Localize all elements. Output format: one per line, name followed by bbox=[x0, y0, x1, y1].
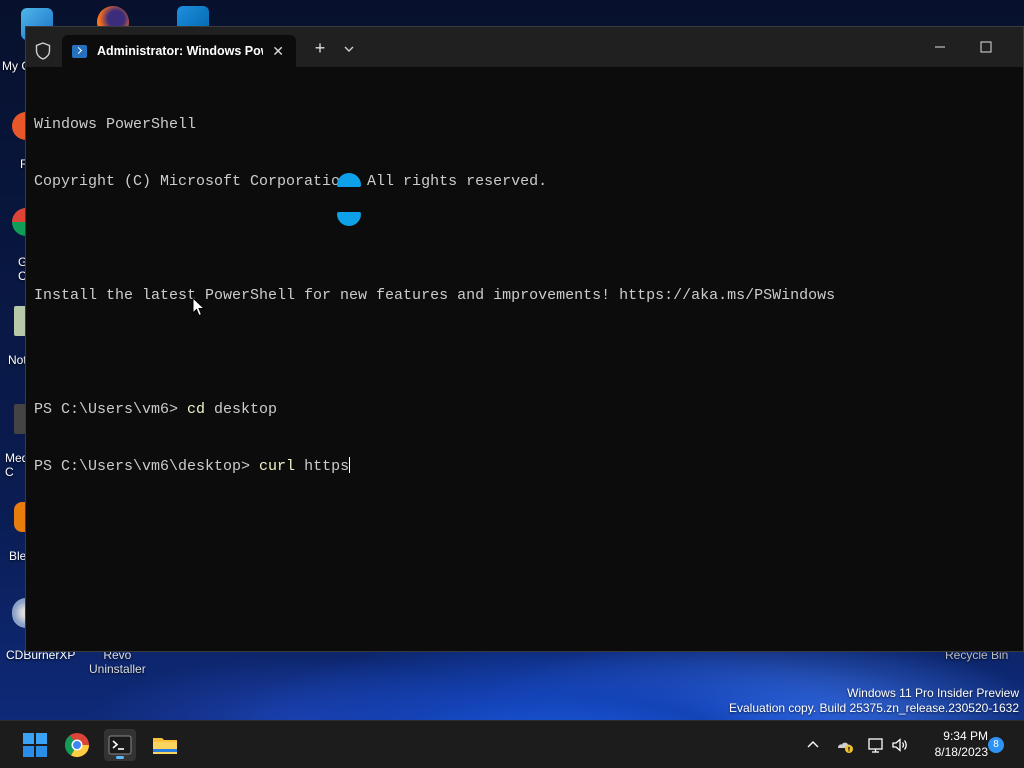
chrome-taskbar-icon[interactable] bbox=[61, 729, 93, 761]
maximize-button[interactable] bbox=[977, 38, 995, 56]
console-line: Windows PowerShell bbox=[34, 116, 197, 133]
argument-text: https bbox=[295, 458, 350, 475]
firefox-desktop-shortcut[interactable] bbox=[12, 112, 26, 144]
blender-label: Ble bbox=[9, 549, 27, 563]
terminal-taskbar-button[interactable] bbox=[104, 729, 136, 761]
notepad-label: Not bbox=[8, 353, 27, 367]
text-cursor bbox=[349, 457, 351, 473]
tab-title: Administrator: Windows PowerShell bbox=[97, 44, 263, 58]
console-line: Install the latest PowerShell for new fe… bbox=[34, 287, 836, 304]
clock-time: 9:34 PM bbox=[943, 729, 988, 743]
new-tab-button[interactable]: + bbox=[312, 39, 328, 57]
cd-icon bbox=[12, 598, 26, 628]
watermark-build: Evaluation copy. Build 25375.zn_release.… bbox=[729, 701, 1019, 715]
active-indicator bbox=[116, 756, 124, 759]
console-output[interactable]: Windows PowerShell Copyright (C) Microso… bbox=[34, 77, 1015, 651]
prompt-line-2[interactable]: PS C:\Users\vm6\desktop> curl https bbox=[34, 457, 1015, 476]
prompt-line-1: PS C:\Users\vm6> cd desktop bbox=[34, 400, 1015, 419]
windows-watermark: Windows 11 Pro Insider Preview Evaluatio… bbox=[729, 686, 1019, 716]
chevron-down-icon[interactable] bbox=[342, 43, 356, 55]
cdburnerxp-desktop-shortcut[interactable] bbox=[12, 598, 26, 632]
minimize-button[interactable] bbox=[931, 38, 949, 56]
watermark-edition: Windows 11 Pro Insider Preview bbox=[847, 686, 1019, 700]
firefox-small-icon bbox=[12, 112, 26, 140]
argument-text: desktop bbox=[205, 401, 278, 418]
network-icon[interactable] bbox=[866, 735, 886, 755]
revo-uninstaller-label: Revo Uninstaller bbox=[89, 648, 146, 676]
command-text: cd bbox=[187, 401, 206, 418]
volume-icon[interactable] bbox=[890, 735, 910, 755]
chrome-desktop-shortcut[interactable] bbox=[12, 208, 26, 240]
chevron-up-icon[interactable] bbox=[803, 735, 823, 755]
command-text: curl bbox=[259, 458, 296, 475]
console-line: Copyright (C) Microsoft Corporation. All… bbox=[34, 173, 548, 190]
prompt-text: PS C:\Users\vm6> bbox=[34, 401, 188, 418]
system-clock[interactable]: 9:34 PM 8/18/2023 bbox=[918, 728, 988, 760]
tab-powershell[interactable]: Administrator: Windows PowerShell ✕ bbox=[62, 35, 296, 67]
mouse-pointer-icon bbox=[192, 297, 206, 317]
clock-date: 8/18/2023 bbox=[934, 745, 988, 759]
notification-badge[interactable]: 8 bbox=[988, 737, 1004, 753]
shield-icon bbox=[35, 42, 51, 60]
prompt-text: PS C:\Users\vm6\desktop> bbox=[34, 458, 260, 475]
file-explorer-icon[interactable] bbox=[149, 729, 181, 761]
start-button[interactable] bbox=[19, 729, 51, 761]
chrome-small-icon bbox=[12, 208, 26, 236]
powershell-icon bbox=[72, 44, 87, 58]
close-tab-button[interactable]: ✕ bbox=[272, 43, 284, 60]
title-bar[interactable]: Administrator: Windows PowerShell ✕ + bbox=[26, 27, 1023, 67]
onedrive-warning-icon[interactable] bbox=[835, 735, 855, 755]
taskbar: 9:34 PM 8/18/2023 8 bbox=[0, 720, 1024, 768]
terminal-window[interactable]: Administrator: Windows PowerShell ✕ + Wi… bbox=[25, 26, 1024, 652]
